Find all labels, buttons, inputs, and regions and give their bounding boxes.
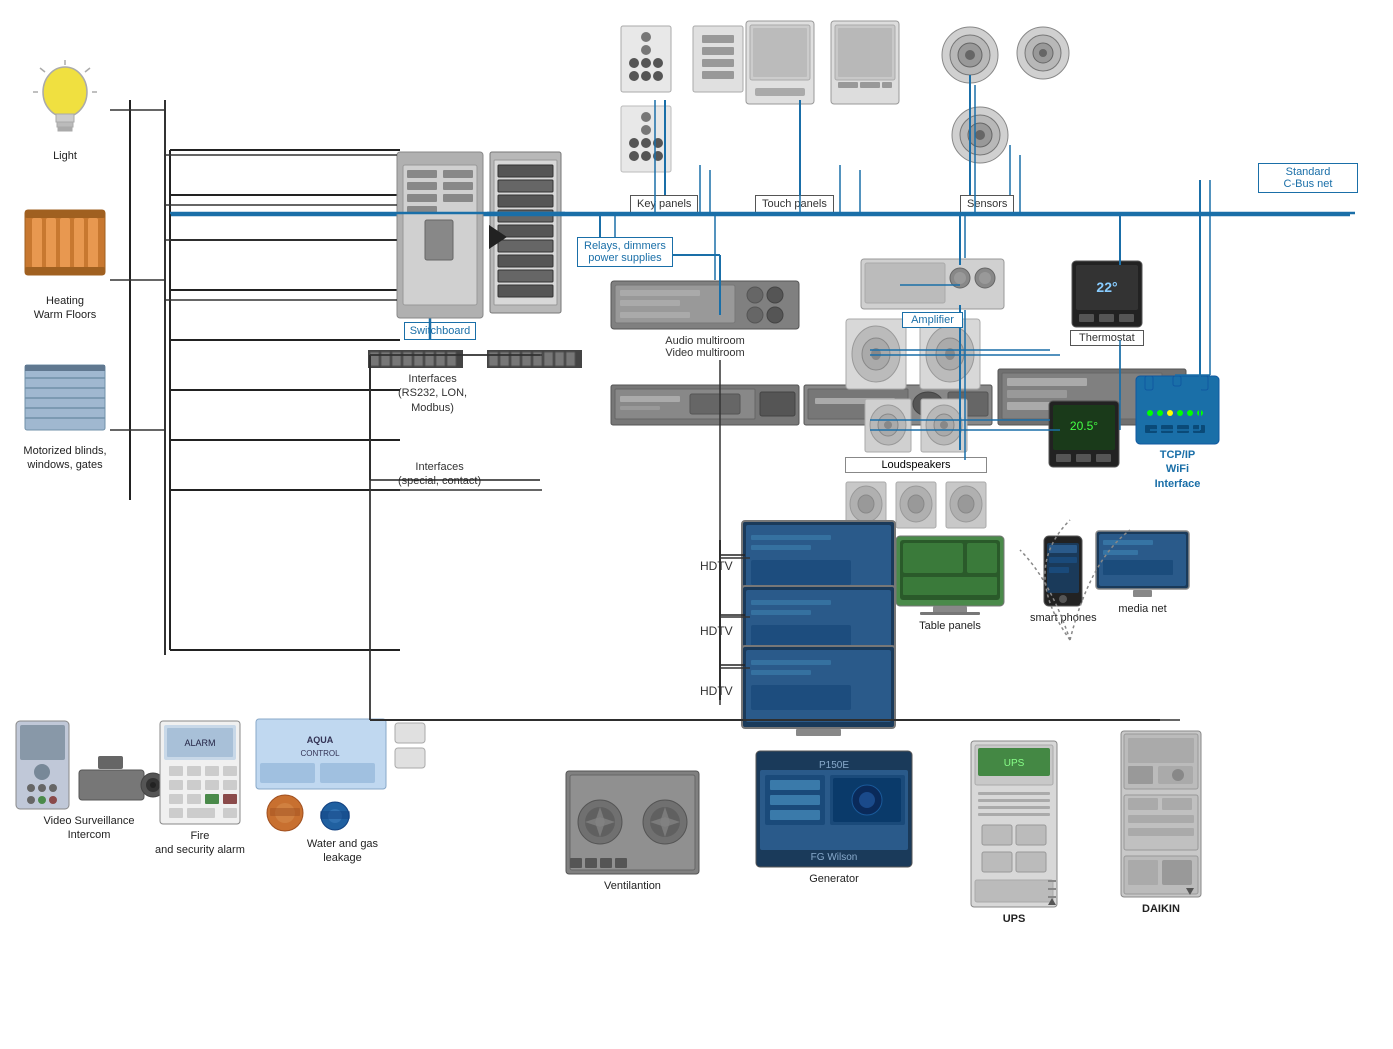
terminal-strip-top bbox=[368, 350, 463, 371]
light-device: Light bbox=[30, 60, 100, 163]
daikin-device: DAIKIN bbox=[1120, 730, 1202, 916]
ups-device: UPS UPS bbox=[970, 740, 1058, 926]
key-panels-lower bbox=[620, 105, 672, 173]
light-icon bbox=[30, 60, 100, 145]
thermostat-display-2: 20.5° bbox=[1048, 400, 1120, 471]
heating-icon bbox=[20, 200, 110, 290]
audio-label: Audio multiroom Video multiroom bbox=[610, 335, 800, 359]
thermostat-device: 22° Thermostat bbox=[1070, 260, 1144, 346]
sensors-area bbox=[940, 25, 1070, 90]
wifi-arcs bbox=[970, 490, 1170, 650]
key-panels-label: Key panels bbox=[630, 195, 698, 213]
touch-panels-area bbox=[745, 20, 900, 105]
tcpip-device: TCP/IP WiFi Interface bbox=[1135, 375, 1220, 491]
svg-text:CONTROL: CONTROL bbox=[300, 749, 340, 758]
fire-alarm-device: ALARM Fire and security alarm bbox=[155, 720, 245, 858]
heating-device: Heating Warm Floors bbox=[20, 200, 110, 323]
hdtv3-device: HDTV bbox=[700, 645, 896, 737]
sensors-label: Sensors bbox=[960, 195, 1014, 213]
terminal-strip-top2 bbox=[487, 350, 582, 371]
loudspeakers-area: Loudspeakers bbox=[845, 318, 987, 529]
audio-multiroom-device: Audio multiroom Video multiroom bbox=[610, 280, 800, 359]
svg-text:P150E: P150E bbox=[819, 760, 849, 771]
svg-text:FG Wilson: FG Wilson bbox=[811, 852, 858, 863]
interfaces-special-label: Interfaces (special, contact) bbox=[398, 460, 481, 489]
svg-text:20.5°: 20.5° bbox=[1070, 419, 1098, 433]
key-panels-area bbox=[620, 25, 744, 93]
cbus-label: Standard C-Bus net bbox=[1258, 163, 1358, 193]
svg-text:UPS: UPS bbox=[1004, 758, 1025, 769]
water-gas-device: AQUA CONTROL Water and gas leakage bbox=[255, 718, 430, 866]
switchboard-device: Switchboard bbox=[395, 150, 485, 340]
amplifier-label: Amplifier bbox=[902, 312, 963, 328]
blinds-device: Motorized blinds, windows, gates bbox=[20, 360, 110, 473]
sensors-lower bbox=[950, 105, 1010, 173]
touch-panels-label: Touch panels bbox=[755, 195, 834, 213]
switchboard-label: Switchboard bbox=[404, 322, 477, 340]
interfaces-rs-label: Interfaces (RS232, LON, Modbus) bbox=[398, 372, 467, 415]
blinds-icon bbox=[20, 360, 110, 440]
heating-label: Heating Warm Floors bbox=[34, 294, 97, 323]
blinds-label: Motorized blinds, windows, gates bbox=[23, 444, 106, 473]
generator-device: FG Wilson P150E Generator bbox=[755, 750, 913, 886]
light-label: Light bbox=[53, 149, 77, 163]
relays-label: Relays, dimmers power supplies bbox=[577, 237, 673, 267]
video-surveillance-device: Video Surveillance Intercom bbox=[15, 720, 163, 843]
flow-arrow bbox=[489, 225, 507, 249]
svg-text:ALARM: ALARM bbox=[184, 738, 215, 748]
svg-text:AQUA: AQUA bbox=[307, 735, 334, 745]
ventilation-device: Ventilantion bbox=[565, 770, 700, 893]
diagram-container: Light Heating Warm Floors bbox=[0, 0, 1393, 1049]
svg-text:22°: 22° bbox=[1096, 279, 1117, 295]
